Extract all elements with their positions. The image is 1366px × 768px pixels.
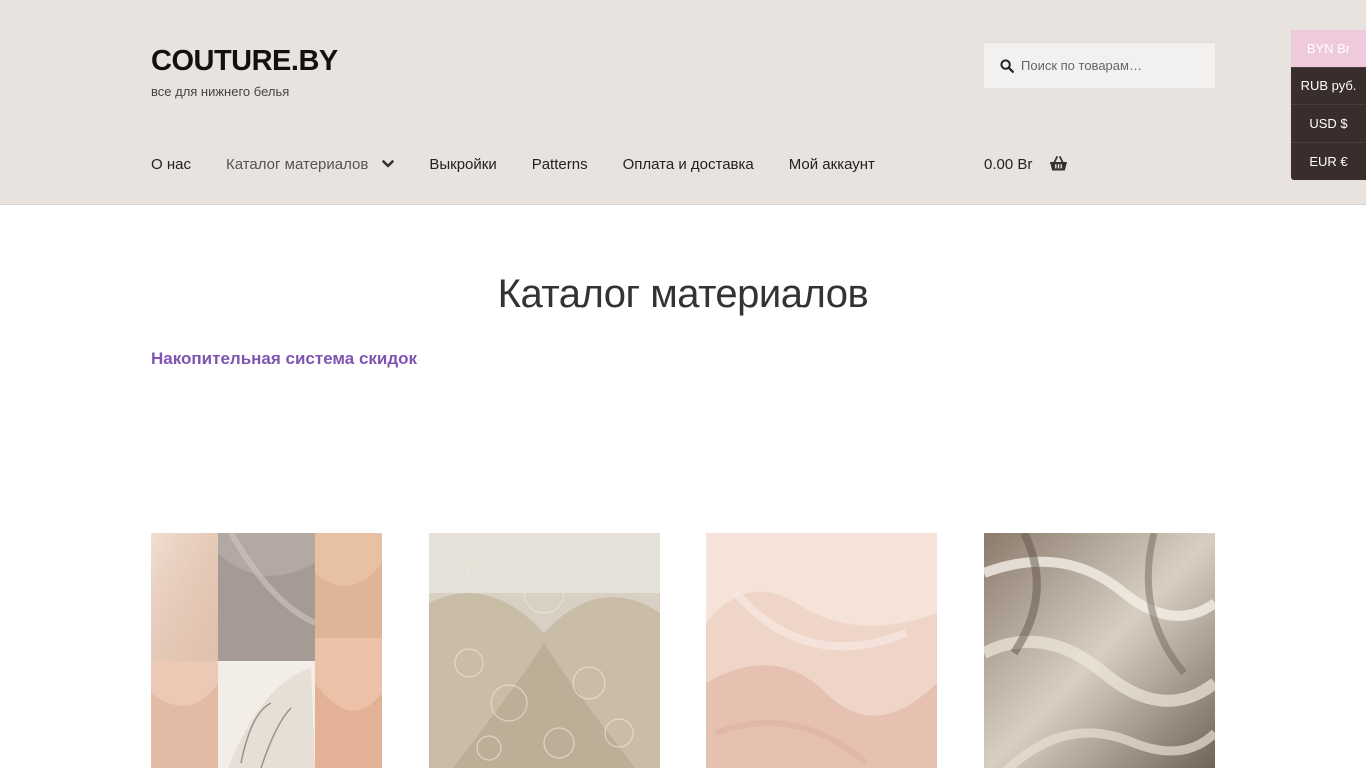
product-image-satin[interactable]: [983, 533, 1215, 768]
cart-link[interactable]: 0.00 Br: [984, 152, 1068, 176]
search-input[interactable]: [1021, 58, 1211, 73]
site-tagline: все для нижнего белья: [151, 84, 290, 99]
nav-item-payment-delivery[interactable]: Оплата и доставка: [623, 156, 754, 173]
currency-usd[interactable]: USD $: [1291, 105, 1366, 143]
site-header: COUTURE.BY все для нижнего белья О нас К…: [0, 0, 1366, 205]
nav-item-my-account[interactable]: Мой аккаунт: [789, 156, 875, 173]
currency-rub[interactable]: RUB руб.: [1291, 68, 1366, 105]
nav-item-about[interactable]: О нас: [151, 156, 191, 173]
product-image-mesh[interactable]: [706, 533, 938, 768]
nav-item-catalog[interactable]: Каталог материалов: [225, 155, 395, 173]
nav-item-patterns[interactable]: Patterns: [532, 156, 588, 173]
branding: COUTURE.BY все для нижнего белья: [151, 44, 338, 99]
nav-item-label: Оплата и доставка: [622, 155, 754, 173]
product-image-collage[interactable]: [151, 533, 382, 768]
site-title[interactable]: COUTURE.BY: [151, 44, 338, 78]
product-grid: [151, 533, 1215, 768]
nav-item-label: Каталог материалов: [225, 155, 369, 173]
nav-item-label: Выкройки: [429, 155, 497, 173]
currency-switcher: BYN Br RUB руб. USD $ EUR €: [1291, 30, 1366, 180]
nav-item-label: О нас: [151, 155, 191, 173]
basket-icon: [1050, 156, 1068, 171]
search-icon: [1000, 58, 1014, 73]
chevron-down-icon[interactable]: [382, 160, 395, 168]
page-title: Каталог материалов: [497, 272, 869, 316]
discount-system-link[interactable]: Накопительная система скидок: [151, 349, 417, 369]
product-image-lace[interactable]: [428, 533, 660, 768]
search-box: [984, 42, 1215, 88]
nav-item-label: Patterns: [531, 155, 588, 173]
currency-eur[interactable]: EUR €: [1291, 143, 1366, 181]
main-nav: О нас Каталог материалов Выкройки Patter…: [151, 152, 910, 176]
cart-total: 0.00 Br: [984, 155, 1033, 173]
nav-item-label: Мой аккаунт: [788, 155, 875, 173]
nav-item-patterns-ru[interactable]: Выкройки: [429, 156, 496, 173]
currency-byn[interactable]: BYN Br: [1291, 30, 1366, 68]
